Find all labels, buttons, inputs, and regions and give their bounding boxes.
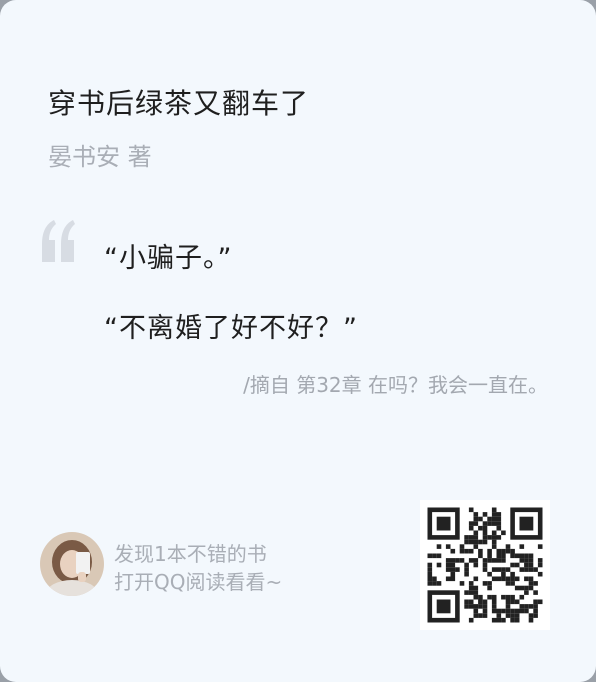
quote-line-1: “小骗子。”	[104, 243, 233, 274]
book-title: 穿书后绿茶又翻车了	[48, 87, 310, 120]
share-card: 穿书后绿茶又翻车了 晏书安 著 “小骗子。” “不离婚了好不好？” /摘自 第3…	[0, 0, 596, 682]
qr-code	[420, 500, 550, 630]
book-author: 晏书安 著	[48, 143, 152, 171]
promo-line-2: 打开QQ阅读看看~	[114, 570, 283, 594]
quote-line-2: “不离婚了好不好？”	[104, 313, 358, 344]
excerpt-source: /摘自 第32章 在吗？我会一直在。	[243, 373, 548, 397]
promo-line-1: 发现1本不错的书	[114, 542, 267, 566]
quote-mark-icon	[42, 220, 75, 262]
promo-text: 发现1本不错的书 打开QQ阅读看看~	[114, 540, 282, 596]
user-avatar	[40, 532, 104, 596]
